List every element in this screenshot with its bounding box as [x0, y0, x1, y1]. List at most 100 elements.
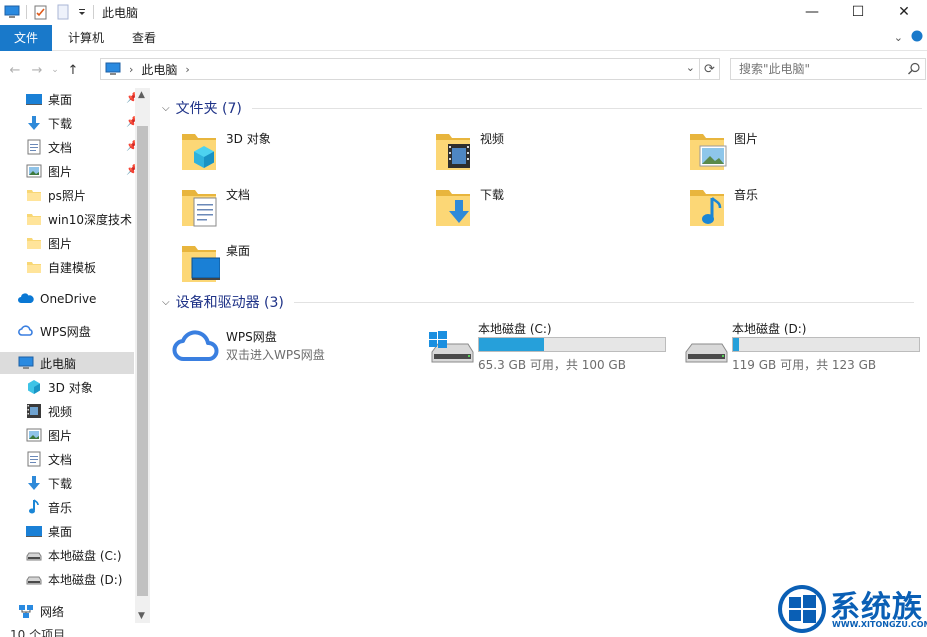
quick-access-toolbar [0, 0, 100, 24]
scroll-up-icon[interactable]: ▲ [138, 90, 145, 100]
desktop-icon [26, 91, 42, 107]
drive-icon [682, 330, 728, 364]
expand-ribbon-icon[interactable]: ⌄ [894, 31, 903, 44]
nav-item-downloads[interactable]: 下载 📌 [26, 112, 138, 134]
drive-free-space: 65.3 GB 可用，共 100 GB [478, 358, 626, 372]
folder-item-videos[interactable]: 视频 [434, 128, 504, 172]
close-button[interactable]: ✕ [881, 0, 927, 24]
chevron-right-icon[interactable]: › [129, 63, 133, 76]
device-label: WPS网盘 [226, 330, 277, 344]
windows-drive-icon [428, 330, 474, 364]
onedrive-cloud-icon [18, 291, 34, 307]
refresh-button[interactable]: ⟳ [700, 58, 720, 80]
nav-item-drive-c[interactable]: 本地磁盘 (C:) [26, 544, 122, 566]
nav-item-network[interactable]: 网络 [18, 600, 64, 622]
back-button[interactable]: ← [4, 59, 26, 81]
nav-item-label: 本地磁盘 (C:) [48, 548, 122, 563]
pictures-icon [26, 163, 42, 179]
search-box[interactable] [730, 58, 926, 80]
drive-usage-bar [732, 337, 920, 352]
ribbon-tabs: 文件 计算机 查看 ⌄ [0, 24, 927, 51]
drive-usage-fill [733, 338, 740, 351]
nav-item-documents-pc[interactable]: 文档 [26, 448, 72, 470]
computer-icon [105, 62, 121, 76]
nav-item-documents[interactable]: 文档 📌 [26, 136, 138, 158]
search-input[interactable] [739, 62, 909, 76]
folder-item-downloads[interactable]: 下载 [434, 184, 504, 228]
help-icon[interactable] [911, 30, 923, 45]
nav-item-3d-objects[interactable]: 3D 对象 [26, 376, 93, 398]
drive-label: 本地磁盘 (D:) [732, 322, 807, 336]
tab-view[interactable]: 查看 [118, 25, 170, 51]
chevron-down-icon[interactable]: ⌵ [162, 103, 170, 114]
drive-item-c[interactable]: 本地磁盘 (C:) 65.3 GB 可用，共 100 GB [428, 320, 668, 372]
desktop-folder-icon [180, 240, 221, 284]
folder-item-documents[interactable]: 文档 [180, 184, 250, 228]
recent-locations-button[interactable]: ⌄ [48, 59, 62, 81]
nav-item-label: 此电脑 [40, 356, 77, 371]
nav-item-desktop-pc[interactable]: 桌面 [26, 520, 72, 542]
scroll-down-icon[interactable]: ▼ [138, 611, 145, 621]
nav-item-templates[interactable]: 自建模板 [26, 256, 96, 278]
nav-item-label: 视频 [48, 404, 73, 419]
chevron-right-icon[interactable]: › [185, 63, 189, 76]
group-header-folders[interactable]: ⌵ 文件夹 (7) [162, 98, 922, 118]
drive-icon [26, 571, 42, 587]
maximize-button[interactable]: ☐ [835, 0, 881, 24]
nav-item-label: 3D 对象 [48, 380, 93, 395]
properties-icon[interactable] [33, 4, 49, 20]
folder-item-music[interactable]: 音乐 [688, 184, 758, 228]
window-controls: — ☐ ✕ [789, 0, 927, 24]
nav-item-label: 文档 [48, 452, 73, 467]
nav-item-label: 文档 [48, 140, 73, 155]
nav-scrollbar[interactable]: ▲ ▼ [135, 88, 150, 623]
nav-item-desktop[interactable]: 桌面 📌 [26, 88, 138, 110]
chevron-down-icon[interactable]: ⌄ [686, 61, 695, 74]
customize-dropdown-icon[interactable] [77, 4, 87, 20]
nav-item-pictures-pc[interactable]: 图片 [26, 424, 72, 446]
folder-item-pictures[interactable]: 图片 [688, 128, 758, 172]
search-icon[interactable] [907, 62, 921, 79]
divider [293, 301, 914, 303]
wps-cloud-icon [18, 323, 34, 339]
nav-item-this-pc[interactable]: 此电脑 [0, 352, 134, 374]
nav-item-ps-photos[interactable]: ps照片 [26, 184, 86, 206]
tab-file[interactable]: 文件 [0, 24, 53, 51]
nav-item-label: 图片 [48, 164, 73, 179]
nav-item-pictures-folder[interactable]: 图片 [26, 232, 72, 254]
folder-icon [26, 235, 42, 251]
download-icon [26, 115, 42, 131]
nav-item-onedrive[interactable]: OneDrive [18, 288, 96, 310]
desktop-icon [26, 523, 42, 539]
group-header-devices[interactable]: ⌵ 设备和驱动器 (3) [162, 292, 914, 312]
forward-button[interactable]: → [26, 59, 48, 81]
new-folder-icon[interactable] [55, 4, 71, 20]
nav-item-downloads-pc[interactable]: 下载 [26, 472, 72, 494]
nav-item-videos[interactable]: 视频 [26, 400, 72, 422]
group-title: 文件夹 (7) [175, 101, 242, 117]
divider [26, 5, 27, 19]
chevron-down-icon[interactable]: ⌵ [162, 297, 170, 308]
nav-item-wps[interactable]: WPS网盘 [18, 320, 91, 342]
folder-item-3d-objects[interactable]: 3D 对象 [180, 128, 271, 172]
tab-computer[interactable]: 计算机 [52, 25, 118, 51]
3d-objects-icon [26, 379, 42, 395]
folder-label: 音乐 [734, 188, 759, 202]
minimize-button[interactable]: — [789, 0, 835, 24]
computer-icon [4, 4, 20, 20]
drive-item-d[interactable]: 本地磁盘 (D:) 119 GB 可用，共 123 GB [682, 320, 922, 372]
group-title: 设备和驱动器 (3) [175, 295, 284, 311]
music-icon [26, 499, 42, 515]
folder-item-desktop[interactable]: 桌面 [180, 240, 250, 284]
breadcrumb-this-pc[interactable]: 此电脑 [141, 61, 177, 78]
nav-item-music[interactable]: 音乐 [26, 496, 72, 518]
watermark: 系统族 WWW.XITONGZU.COM [776, 580, 927, 637]
nav-item-drive-d[interactable]: 本地磁盘 (D:) [26, 568, 122, 590]
up-button[interactable]: ↑ [62, 59, 84, 81]
nav-item-win10[interactable]: win10深度技术 [26, 208, 132, 230]
nav-item-pictures[interactable]: 图片 📌 [26, 160, 138, 182]
folder-label: 图片 [734, 132, 759, 146]
scroll-thumb[interactable] [137, 126, 148, 596]
address-bar[interactable]: › 此电脑 › ⌄ [100, 58, 700, 80]
divider [93, 5, 94, 19]
